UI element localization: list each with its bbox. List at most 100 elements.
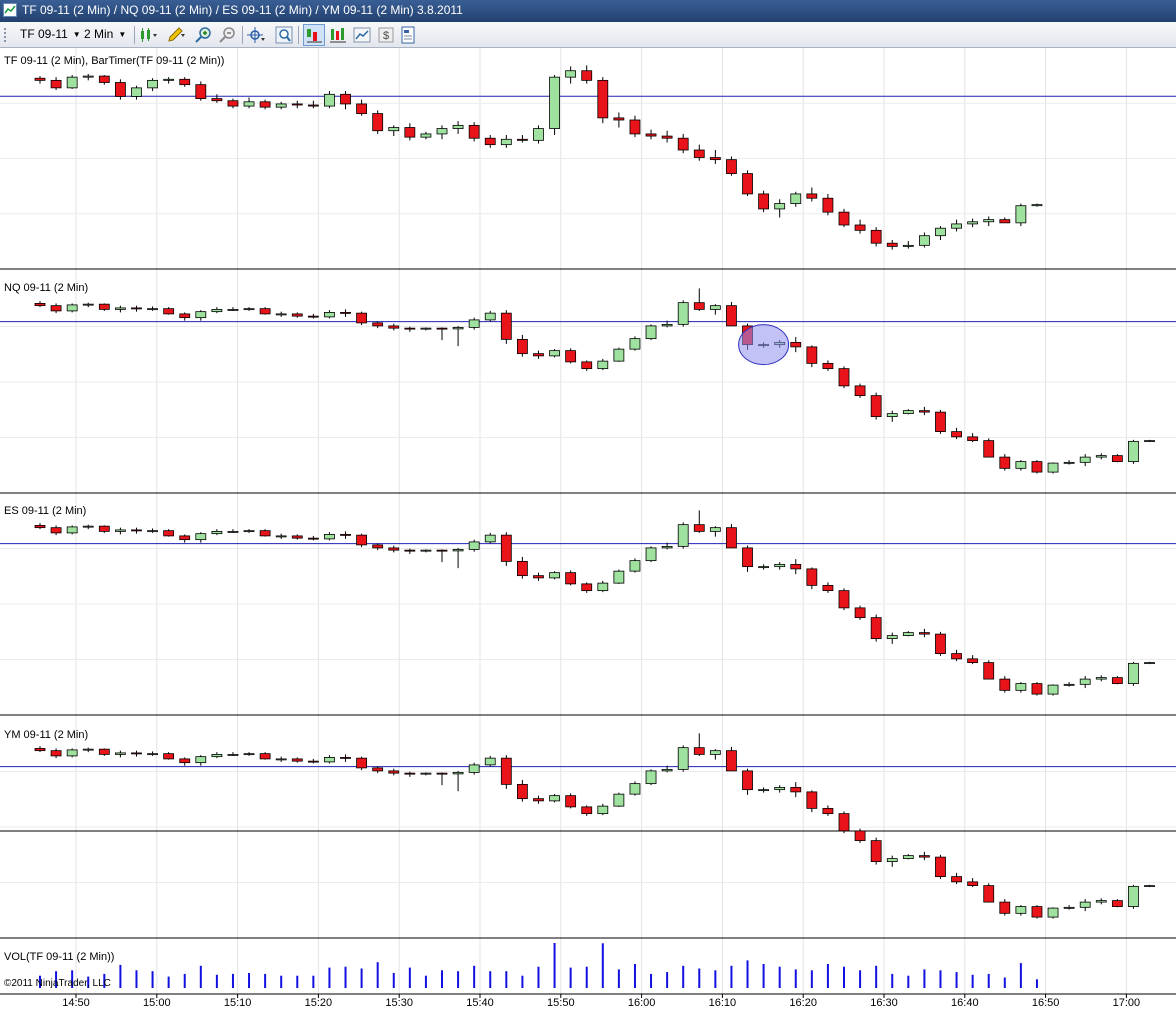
candle-body: [1144, 662, 1155, 665]
ym-candle: [902, 854, 914, 860]
nq-candle: [822, 360, 834, 371]
candles: [34, 65, 1155, 919]
candle-body: [838, 211, 850, 226]
indicators-button[interactable]: [303, 24, 325, 46]
tf-candle: [340, 91, 351, 110]
ym-candle: [484, 755, 496, 767]
nq-candle: [372, 321, 384, 329]
ym-candle: [420, 772, 432, 776]
candle-body: [806, 791, 818, 809]
ym-candle: [854, 828, 866, 843]
tf-candle: [1015, 203, 1027, 227]
candle-body: [951, 431, 962, 438]
candle-body: [468, 319, 480, 328]
candle-body: [211, 531, 223, 535]
drawing-tool-button[interactable]: [166, 25, 186, 45]
candle-body: [227, 309, 239, 311]
candle-body: [484, 312, 496, 321]
candle-body: [806, 346, 818, 364]
tf-candle: [806, 187, 818, 202]
nq-candle: [919, 406, 930, 416]
ym-candle: [275, 756, 287, 762]
nq-candle: [468, 317, 480, 330]
ym-candle: [935, 854, 946, 879]
nq-candle: [163, 307, 175, 315]
es-candle: [533, 572, 544, 581]
candle-body: [179, 758, 191, 764]
nq-candle: [693, 288, 705, 311]
candle-body: [131, 307, 142, 310]
nq-candle: [1015, 460, 1027, 471]
properties-button[interactable]: [398, 25, 418, 45]
candle-body: [645, 547, 657, 562]
interval-dropdown[interactable]: 2 Min ▼: [84, 26, 126, 43]
candle-body: [291, 313, 303, 317]
tf-candle: [902, 241, 914, 249]
ym-candle: [806, 790, 818, 813]
candle-body: [693, 302, 705, 310]
tf-candle: [82, 73, 94, 81]
data-box-button[interactable]: [274, 25, 294, 45]
chart-area[interactable]: TF 09-11 (2 Min), BarTimer(TF 09-11 (2 M…: [0, 48, 1176, 1017]
candle-body: [1111, 455, 1123, 462]
ym-candle: [677, 745, 689, 772]
tf-candle: [500, 135, 512, 148]
zoom-in-button[interactable]: [194, 25, 214, 45]
candle-body: [517, 338, 528, 355]
es-candle: [195, 532, 207, 543]
ym-candle: [324, 755, 335, 764]
crosshair-icon: [247, 27, 265, 43]
candle-body: [549, 572, 560, 579]
nq-candle: [902, 409, 914, 415]
toolbar-grip[interactable]: [4, 28, 8, 42]
es-candle: [967, 655, 979, 665]
currency-button[interactable]: $: [376, 25, 396, 45]
nq-candle: [50, 303, 62, 314]
toolbar-divider: [134, 26, 135, 44]
candle-body: [1063, 906, 1075, 909]
es-candle: [34, 523, 46, 530]
x-tick-label: 16:00: [628, 997, 656, 1009]
data-series-button[interactable]: [352, 25, 372, 45]
candle-body: [404, 549, 416, 552]
nq-candle: [115, 305, 126, 313]
candle-body: [34, 77, 46, 81]
nq-candle: [983, 438, 995, 458]
candle-body: [388, 325, 400, 329]
candle-body: [147, 79, 158, 89]
chart-style-button[interactable]: [138, 25, 158, 45]
es-candle: [806, 567, 818, 590]
candle-body: [951, 653, 962, 660]
es-candle: [82, 524, 94, 530]
tf-candle: [549, 75, 560, 136]
ym-candle: [1095, 898, 1107, 905]
zoom-out-button[interactable]: [218, 25, 238, 45]
tf-candle: [211, 94, 223, 103]
tf-candle: [307, 100, 319, 109]
ym-candle: [1015, 905, 1027, 916]
tf-candle: [533, 125, 544, 144]
ym-candle: [356, 756, 368, 771]
strategies-button[interactable]: [328, 25, 348, 45]
candle-body: [629, 783, 641, 795]
candle-body: [452, 771, 464, 775]
candle-body: [951, 223, 962, 229]
tf-candle: [919, 232, 930, 248]
instrument-dropdown[interactable]: TF 09-11 ▼: [20, 26, 81, 43]
candle-body: [983, 662, 995, 680]
ym-candle: [468, 762, 480, 775]
ym-candle: [886, 855, 898, 867]
candle-body: [115, 82, 126, 97]
nq-candle: [1095, 453, 1107, 460]
candle-body: [533, 128, 544, 141]
es-candle: [227, 529, 239, 533]
es-panel-label: ES 09-11 (2 Min): [4, 505, 86, 517]
candle-body: [983, 440, 995, 458]
es-candle: [517, 556, 528, 579]
candle-body: [195, 84, 207, 99]
candle-body: [340, 756, 351, 759]
tf-candle: [115, 79, 126, 100]
candle-body: [372, 544, 384, 549]
candle-body: [1079, 678, 1091, 685]
crosshair-button[interactable]: [246, 25, 266, 45]
